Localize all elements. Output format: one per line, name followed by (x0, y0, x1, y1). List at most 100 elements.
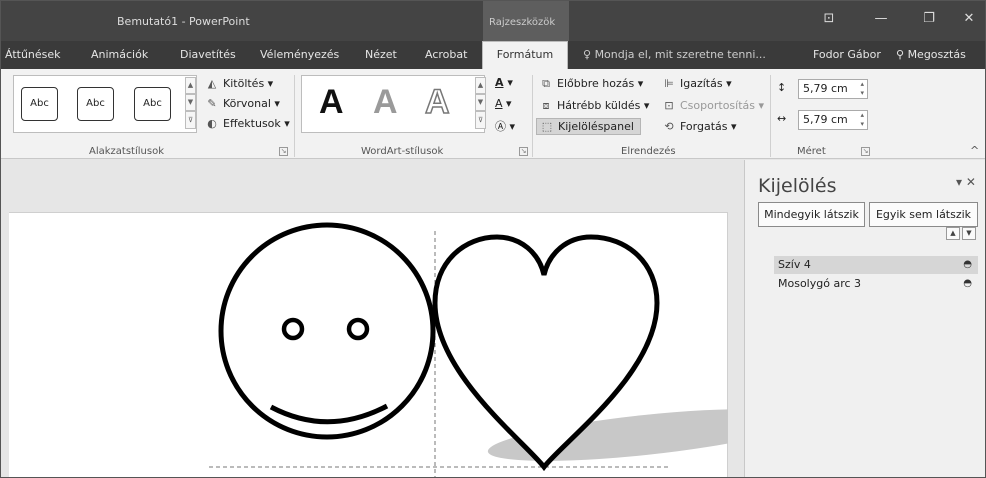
align-button[interactable]: ⊫ Igazítás ▾ (661, 77, 731, 90)
tab-acrobat[interactable]: Acrobat (425, 48, 467, 61)
text-effects-icon: Ⓐ (495, 120, 506, 133)
group-label-arrange: Elrendezés (621, 146, 676, 157)
group-icon: ⊡ (664, 99, 674, 112)
window-title: Bemutató1 - PowerPoint (117, 15, 250, 28)
send-backward-button[interactable]: ⧈ Hátrébb küldés ▾ (538, 99, 650, 113)
spinner-arrows-icon[interactable]: ▴ ▾ (860, 80, 864, 98)
dialog-launcher-icon[interactable]: ↘ (279, 147, 288, 156)
group-label-wordart: WordArt-stílusok (361, 146, 444, 157)
powerpoint-window: Bemutató1 - PowerPoint Rajzeszközök ⊡ — … (0, 0, 986, 478)
shape-style-preset-1[interactable]: Abc (21, 87, 58, 121)
gallery-scroll-down-icon[interactable]: ▼ (185, 94, 196, 111)
text-fill-icon: A (495, 76, 504, 89)
text-outline-button[interactable]: A ▾ (495, 97, 512, 110)
shape-style-preset-3[interactable]: Abc (134, 87, 171, 121)
send-backward-icon: ⧈ (542, 99, 550, 112)
tab-transitions[interactable]: Áttűnések (5, 48, 61, 61)
editing-area-margin (9, 160, 743, 212)
send-backward-arrow-icon[interactable]: ▼ (962, 227, 976, 240)
user-account[interactable]: Fodor Gábor (813, 48, 881, 61)
eye-icon[interactable]: ◓ (963, 256, 972, 274)
pane-options-icon[interactable]: ▾ (956, 175, 966, 189)
bring-forward-icon: ⧉ (542, 77, 550, 90)
list-item-label: Mosolygó arc 3 (778, 277, 862, 290)
wordart-style-2[interactable]: A (373, 83, 398, 122)
shape-style-preset-2[interactable]: Abc (77, 87, 114, 121)
tab-view[interactable]: Nézet (365, 48, 397, 61)
shape-height-input[interactable]: 5,79 cm ▴ ▾ (798, 79, 868, 99)
title-bar: Bemutató1 - PowerPoint Rajzeszközök ⊡ — … (1, 1, 985, 41)
group-label: Csoportosítás (680, 99, 755, 112)
group-label-size: Méret (797, 146, 826, 157)
collapse-ribbon-icon[interactable]: ^ (970, 144, 979, 157)
align-icon: ⊫ (664, 77, 674, 90)
list-item-label: Szív 4 (778, 258, 811, 271)
tab-format-label: Formátum (496, 48, 554, 61)
tell-me-search[interactable]: ♀ Mondja el, mit szeretne tenni... (583, 48, 766, 61)
selection-pane-title: Kijelölés (758, 175, 837, 197)
show-all-button[interactable]: Mindegyik látszik (758, 202, 865, 227)
text-effects-button[interactable]: Ⓐ ▾ (495, 118, 515, 134)
shape-width-icon: ↔ (777, 112, 787, 125)
pane-controls: ▾ ✕ (956, 175, 976, 189)
tab-review[interactable]: Véleményezés (260, 48, 339, 61)
rotate-button[interactable]: ⟲ Forgatás ▾ (661, 120, 736, 133)
spinner-arrows-icon[interactable]: ▴ ▾ (860, 111, 864, 129)
selection-pane-label: Kijelöléspanel (558, 120, 634, 133)
effects-icon: ◐ (207, 117, 217, 130)
list-item[interactable]: Szív 4 ◓ (774, 256, 978, 274)
maximize-icon[interactable]: ❐ (919, 9, 939, 29)
person-icon: ⚲ (896, 48, 908, 61)
tab-animations[interactable]: Animációk (91, 48, 148, 61)
selection-pane-icon: ⬚ (541, 120, 553, 133)
wordart-more-icon[interactable]: ⊽ (475, 111, 486, 129)
text-fill-button[interactable]: A ▾ (495, 76, 513, 89)
dialog-launcher-icon[interactable]: ↘ (519, 147, 528, 156)
rotate-icon: ⟲ (664, 120, 674, 133)
bring-forward-label: Előbbre hozás (557, 77, 635, 90)
ribbon-display-options-icon[interactable]: ⊡ (819, 9, 839, 29)
context-group-label: Rajzeszközök (489, 17, 556, 28)
slide-canvas[interactable] (9, 212, 728, 477)
list-item[interactable]: Mosolygó arc 3 ◓ (774, 275, 978, 293)
wordart-scroll-up-icon[interactable]: ▲ (475, 77, 486, 94)
wordart-scroll-down-icon[interactable]: ▼ (475, 94, 486, 111)
bring-forward-arrow-icon[interactable]: ▲ (946, 227, 960, 240)
group-button[interactable]: ⊡ Csoportosítás ▾ (661, 99, 764, 112)
wordart-style-3[interactable]: A (424, 82, 450, 122)
align-label: Igazítás (680, 77, 723, 90)
shape-fill-label: Kitöltés (223, 77, 265, 90)
group-divider (532, 75, 533, 157)
share-label: Megosztás (907, 48, 966, 61)
send-backward-label: Hátrébb küldés (557, 99, 641, 112)
close-icon[interactable]: ✕ (959, 9, 979, 29)
rotate-label: Forgatás (680, 120, 728, 133)
gallery-scroll-up-icon[interactable]: ▲ (185, 77, 196, 94)
tab-slideshow[interactable]: Diavetítés (180, 48, 236, 61)
pencil-icon: ✎ (207, 97, 217, 110)
gallery-more-icon[interactable]: ⊽ (185, 111, 196, 129)
shape-effects-label: Effektusok (223, 117, 281, 130)
group-label-shape-styles: Alakzatstílusok (89, 146, 164, 157)
dialog-launcher-icon[interactable]: ↘ (861, 147, 870, 156)
shape-outline-button[interactable]: ✎ Körvonal ▾ (204, 97, 280, 110)
tell-me-text: Mondja el, mit szeretne tenni... (594, 48, 766, 61)
minimize-icon[interactable]: — (871, 9, 891, 29)
share-button[interactable]: ⚲ Megosztás (896, 48, 966, 61)
tab-format[interactable]: Formátum (482, 41, 568, 69)
bring-forward-button[interactable]: ⧉ Előbbre hozás ▾ (538, 77, 643, 91)
lightbulb-icon: ♀ (583, 48, 595, 61)
shape-effects-button[interactable]: ◐ Effektusok ▾ (204, 117, 290, 130)
shape-width-input[interactable]: 5,79 cm ▴ ▾ (798, 110, 868, 130)
close-icon[interactable]: ✕ (966, 175, 976, 189)
shape-height-icon: ↕ (777, 81, 787, 94)
paint-bucket-icon: ◭ (207, 77, 217, 90)
eye-icon[interactable]: ◓ (963, 275, 972, 293)
smiley-face-shape[interactable] (218, 222, 436, 440)
shape-fill-button[interactable]: ◭ Kitöltés ▾ (204, 77, 273, 90)
selection-pane-button[interactable]: ⬚ Kijelöléspanel (536, 118, 641, 135)
shape-outline-label: Körvonal (223, 97, 271, 110)
hide-all-button[interactable]: Egyik sem látszik (869, 202, 978, 227)
wordart-style-1[interactable]: A (319, 83, 344, 122)
group-divider (294, 75, 295, 157)
